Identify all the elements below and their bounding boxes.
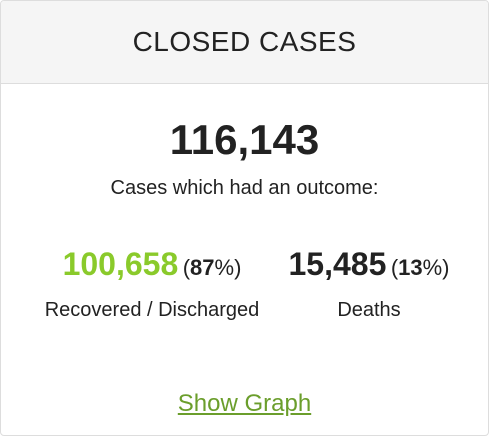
total-closed-cases: 116,143 <box>169 116 320 163</box>
closed-cases-panel: CLOSED CASES 116,143 Cases which had an … <box>0 0 489 436</box>
recovered-count: 100,658 <box>62 246 179 282</box>
deaths-label: Deaths <box>337 299 401 321</box>
deaths-count: 15,485 <box>288 246 387 282</box>
recovered-stat: 100,658 (87%) Recovered / Discharged <box>11 244 293 323</box>
deaths-figures: 15,485 (13%) <box>271 244 467 291</box>
outcome-subtitle: Cases which had an outcome: <box>110 177 379 199</box>
show-graph-link[interactable]: Show Graph <box>178 390 311 417</box>
deaths-percent: (13%) <box>390 255 450 280</box>
recovered-percent: (87%) <box>182 255 242 280</box>
recovered-percent-value: 87 <box>190 255 215 280</box>
deaths-percent-value: 13 <box>398 255 423 280</box>
show-graph-container: Show Graph <box>1 389 488 419</box>
panel-header: CLOSED CASES <box>1 1 488 84</box>
panel-title: CLOSED CASES <box>132 26 357 57</box>
deaths-stat: 15,485 (13%) Deaths <box>271 244 467 323</box>
recovered-figures: 100,658 (87%) <box>11 244 293 291</box>
recovered-label: Recovered / Discharged <box>44 299 260 321</box>
